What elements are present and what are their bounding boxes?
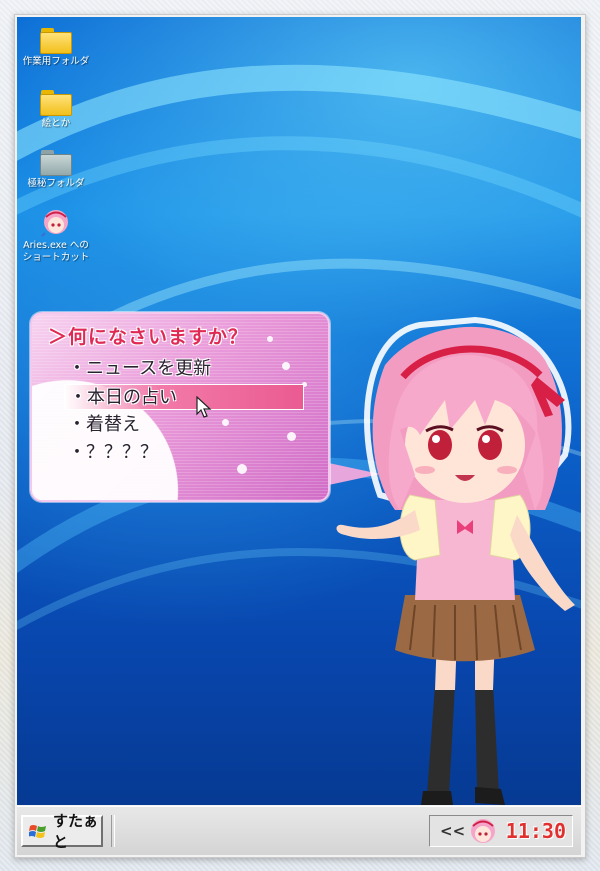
character-face-icon bbox=[41, 208, 71, 238]
desktop-icon-work-folder[interactable]: 作業用フォルダ bbox=[18, 28, 94, 68]
mascot-tray-icon[interactable] bbox=[468, 817, 498, 847]
start-button[interactable]: すたぁと bbox=[21, 812, 103, 851]
desktop-icon-label: 極秘フォルダ bbox=[27, 178, 85, 189]
tray-expand-button[interactable]: << bbox=[440, 822, 465, 840]
desktop-icon-pictures-folder[interactable]: 絵とか bbox=[18, 90, 94, 130]
folder-icon bbox=[40, 28, 72, 54]
mouse-cursor-icon bbox=[196, 396, 212, 418]
clock[interactable]: 11:30 bbox=[506, 819, 566, 843]
desktop-icon-secret-folder[interactable]: 極秘フォルダ bbox=[18, 150, 94, 190]
system-tray: << 11:30 bbox=[429, 815, 573, 847]
menu-prompt: ＞何になさいますか？ bbox=[48, 326, 249, 348]
menu-item-fortune[interactable]: ・本日の占い bbox=[64, 384, 304, 410]
menu-item-unknown[interactable]: ・？？？？ bbox=[64, 440, 304, 466]
desktop-icon-label: 絵とか bbox=[41, 118, 71, 129]
folder-icon bbox=[40, 90, 72, 116]
desktop-icon-label-line1: Aries.exe への bbox=[23, 240, 89, 251]
desktop-icon-label: 作業用フォルダ bbox=[22, 56, 90, 67]
folder-icon bbox=[40, 150, 72, 176]
menu-item-update-news[interactable]: ・ニュースを更新 bbox=[64, 356, 304, 382]
desktop-icon-label-line2: ショートカット bbox=[22, 252, 90, 263]
windows-logo-icon bbox=[29, 825, 46, 838]
taskbar: すたぁと << 11:30 bbox=[17, 806, 581, 855]
menu-item-change-clothes[interactable]: ・着替え bbox=[64, 412, 304, 438]
mascot-character[interactable] bbox=[325, 305, 585, 810]
desktop-icon-aries-shortcut[interactable]: Aries.exe への ショートカット bbox=[18, 208, 94, 264]
start-button-label: すたぁと bbox=[53, 812, 99, 851]
taskbar-separator bbox=[111, 815, 115, 847]
